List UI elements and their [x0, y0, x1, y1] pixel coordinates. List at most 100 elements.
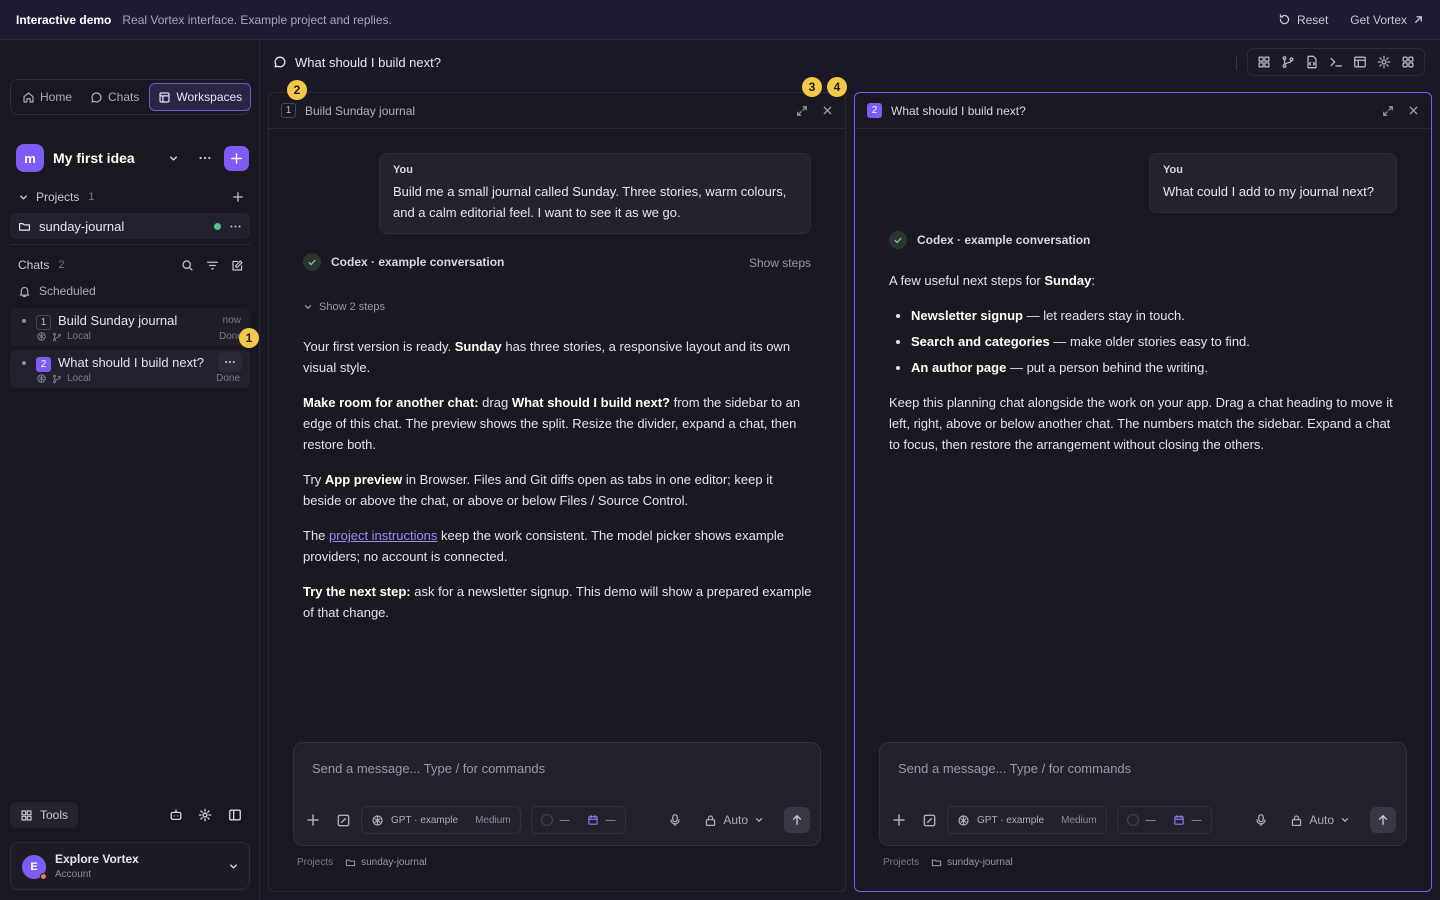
- project-instructions-link[interactable]: project instructions: [329, 528, 437, 543]
- microphone-icon[interactable]: [668, 813, 682, 827]
- more-icon[interactable]: [198, 151, 212, 165]
- chat-item-2[interactable]: 2 What should I build next? Local Done: [10, 350, 250, 388]
- account-avatar: E: [22, 855, 47, 880]
- add-project-icon[interactable]: [232, 191, 244, 203]
- pane-header[interactable]: 2 What should I build next?: [855, 93, 1431, 129]
- search-icon[interactable]: [181, 259, 194, 272]
- layout-grid-icon[interactable]: [1257, 55, 1271, 69]
- folder-icon: [931, 859, 942, 867]
- assistant-message: Your first version is ready. Sunday has …: [303, 336, 813, 637]
- account-name: Explore Vortex: [55, 852, 139, 866]
- context-value: —: [559, 814, 570, 826]
- page-title: What should I build next?: [295, 54, 441, 70]
- get-vortex-link[interactable]: Get Vortex: [1350, 13, 1424, 27]
- model-icon: [372, 814, 383, 826]
- project-item[interactable]: sunday-journal: [10, 213, 250, 239]
- arrow-up-icon: [792, 815, 802, 825]
- projects-header[interactable]: Projects 1: [18, 190, 244, 204]
- view-toolbar: [1247, 48, 1425, 76]
- chats-count: 2: [58, 259, 65, 271]
- context-picker[interactable]: — —: [530, 806, 626, 834]
- plus-icon[interactable]: [892, 813, 906, 827]
- chat-bubble-icon: [91, 91, 102, 103]
- branch-icon[interactable]: [1281, 55, 1295, 69]
- more-icon[interactable]: [229, 220, 242, 233]
- tab-home[interactable]: Home: [14, 83, 80, 111]
- more-icon[interactable]: [218, 352, 242, 372]
- unread-dot: [22, 319, 26, 323]
- send-button[interactable]: [1370, 807, 1396, 833]
- schedule-value: —: [605, 814, 616, 826]
- message-input-placeholder[interactable]: Send a message... Type / for commands: [898, 761, 1131, 776]
- footer-folder[interactable]: sunday-journal: [345, 857, 427, 868]
- schedule-value: —: [1191, 814, 1202, 826]
- list-item: An author page — put a person behind the…: [889, 357, 1399, 378]
- gear-icon[interactable]: [198, 808, 212, 822]
- branch-icon: [53, 332, 61, 341]
- show-2-steps-toggle[interactable]: Show 2 steps: [303, 301, 385, 313]
- expand-icon[interactable]: [796, 105, 808, 117]
- tab-chats[interactable]: Chats: [82, 83, 147, 111]
- new-button[interactable]: [224, 146, 249, 171]
- apps-icon[interactable]: [1401, 55, 1415, 69]
- chats-header: Chats 2: [18, 258, 244, 272]
- pane-number: 1: [281, 103, 296, 118]
- composer[interactable]: Send a message... Type / for commands GP…: [293, 742, 821, 846]
- sidebar: Home Chats Workspaces m My first idea Pr…: [0, 40, 260, 900]
- gear-icon[interactable]: [1377, 55, 1391, 69]
- step-badge: 1: [239, 328, 259, 348]
- model-icon: [958, 814, 969, 826]
- footer-projects[interactable]: Projects: [883, 857, 919, 868]
- folder-icon: [345, 859, 356, 867]
- paragraph: Your first version is ready. Sunday has …: [303, 339, 791, 375]
- send-button[interactable]: [784, 807, 810, 833]
- account-menu[interactable]: E Explore Vortex Account: [10, 842, 250, 890]
- footer-folder[interactable]: sunday-journal: [931, 857, 1013, 868]
- chat-item-1[interactable]: 1 Build Sunday journal now Local Done: [10, 308, 250, 346]
- reset-button[interactable]: Reset: [1278, 13, 1328, 27]
- expand-icon[interactable]: [1382, 105, 1394, 117]
- permission-picker[interactable]: Auto: [704, 813, 764, 827]
- project-name: sunday-journal: [39, 218, 125, 234]
- chevron-down-icon: [1341, 818, 1349, 822]
- paragraph: Try the next step: ask for a newsletter …: [303, 584, 812, 620]
- message-text: What could I add to my journal next?: [1163, 184, 1375, 199]
- scheduled-item[interactable]: Scheduled: [18, 284, 244, 298]
- permission-picker[interactable]: Auto: [1290, 813, 1350, 827]
- compose-icon[interactable]: [231, 259, 244, 272]
- close-icon[interactable]: [822, 105, 833, 116]
- filter-icon[interactable]: [206, 259, 219, 272]
- tab-workspaces[interactable]: Workspaces: [149, 83, 252, 111]
- tools-button[interactable]: Tools: [10, 802, 79, 828]
- workspace-switcher[interactable]: m My first idea: [16, 144, 250, 172]
- message-input-placeholder[interactable]: Send a message... Type / for commands: [312, 761, 545, 776]
- grid-icon: [21, 809, 32, 821]
- sidebar-toggle-icon[interactable]: [228, 808, 242, 822]
- terminal-icon[interactable]: [1329, 55, 1343, 69]
- footer-projects[interactable]: Projects: [297, 857, 333, 868]
- edit-square-icon[interactable]: [336, 813, 351, 828]
- composer[interactable]: Send a message... Type / for commands GP…: [879, 742, 1407, 846]
- branch-icon: [53, 374, 61, 383]
- context-picker[interactable]: — —: [1116, 806, 1212, 834]
- file-code-icon[interactable]: [1305, 55, 1319, 69]
- paragraph: Keep this planning chat alongside the wo…: [889, 395, 1393, 452]
- robot-icon[interactable]: [169, 808, 183, 822]
- model-picker[interactable]: GPT · example Medium: [947, 806, 1107, 834]
- chat-pane-left: 1 Build Sunday journal You Build me a sm…: [268, 92, 846, 892]
- lock-icon: [1292, 814, 1302, 826]
- plus-icon[interactable]: [306, 813, 320, 827]
- chevron-down-icon[interactable]: [168, 153, 179, 164]
- panel-icon[interactable]: [1353, 55, 1367, 69]
- chat-bubble-icon: [274, 56, 286, 68]
- list-item: Search and categories — make older stori…: [889, 331, 1399, 352]
- chat-location: Local: [67, 373, 91, 384]
- workspace-avatar: m: [16, 144, 44, 172]
- model-picker[interactable]: GPT · example Medium: [361, 806, 521, 834]
- microphone-icon[interactable]: [1254, 813, 1268, 827]
- edit-square-icon[interactable]: [922, 813, 937, 828]
- show-steps-button[interactable]: Show steps: [749, 256, 811, 270]
- context-value: —: [1145, 814, 1156, 826]
- close-icon[interactable]: [1408, 105, 1419, 116]
- pane-header[interactable]: 1 Build Sunday journal: [269, 93, 845, 129]
